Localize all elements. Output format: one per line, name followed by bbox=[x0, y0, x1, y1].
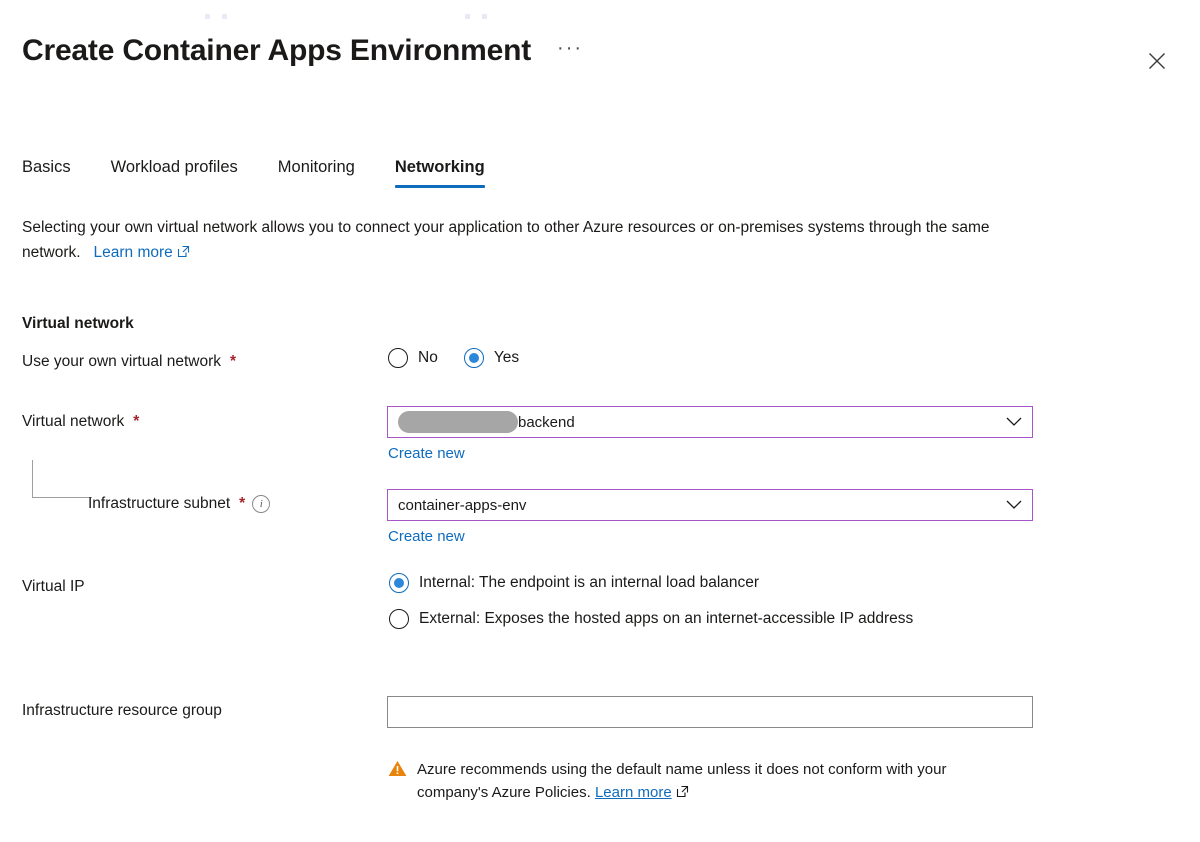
create-new-virtual-network-link[interactable]: Create new bbox=[388, 445, 465, 462]
learn-more-link-warning[interactable]: Learn more bbox=[595, 784, 672, 801]
infrastructure-resource-group-warning: Azure recommends using the default name … bbox=[388, 758, 1008, 805]
required-asterisk: * bbox=[133, 413, 139, 431]
virtual-network-value-wrap: backend bbox=[398, 411, 575, 433]
info-icon[interactable]: i bbox=[252, 495, 270, 513]
tab-label: Monitoring bbox=[278, 158, 355, 176]
header-artifact-left bbox=[205, 14, 227, 19]
learn-more-link-intro[interactable]: Learn more bbox=[94, 244, 190, 261]
tab-networking[interactable]: Networking bbox=[395, 158, 507, 188]
chevron-down-icon bbox=[1006, 414, 1022, 431]
label-infrastructure-resource-group: Infrastructure resource group bbox=[22, 702, 222, 720]
more-options-icon[interactable]: ··· bbox=[553, 37, 587, 65]
radio-group-use-own-vnet: No Yes bbox=[388, 347, 519, 369]
infrastructure-resource-group-input[interactable] bbox=[387, 696, 1033, 728]
page-title: Create Container Apps Environment bbox=[22, 34, 531, 68]
radio-indicator bbox=[464, 348, 484, 368]
tab-basics[interactable]: Basics bbox=[22, 158, 93, 188]
virtual-network-dropdown[interactable]: backend bbox=[387, 406, 1033, 438]
radio-label: No bbox=[418, 347, 438, 369]
radio-label: Internal: The endpoint is an internal lo… bbox=[419, 572, 759, 594]
section-heading-virtual-network: Virtual network bbox=[22, 315, 134, 333]
dialog-header: Create Container Apps Environment ··· bbox=[0, 0, 1200, 110]
infrastructure-subnet-value: container-apps-env bbox=[398, 497, 526, 514]
warning-triangle-icon bbox=[388, 760, 407, 782]
radio-group-virtual-ip: Internal: The endpoint is an internal lo… bbox=[389, 572, 959, 630]
external-link-icon bbox=[177, 241, 190, 266]
radio-label: External: Exposes the hosted apps on an … bbox=[419, 608, 913, 630]
label-text: Use your own virtual network bbox=[22, 353, 221, 371]
virtual-network-value: backend bbox=[518, 414, 575, 431]
radio-indicator bbox=[388, 348, 408, 368]
tab-workload-profiles[interactable]: Workload profiles bbox=[111, 158, 260, 188]
label-infrastructure-subnet: Infrastructure subnet * i bbox=[88, 495, 270, 513]
subfield-tree-connector bbox=[32, 460, 92, 498]
label-text: Infrastructure subnet bbox=[88, 495, 230, 513]
label-text: Infrastructure resource group bbox=[22, 702, 222, 720]
required-asterisk: * bbox=[230, 353, 236, 371]
radio-option-yes[interactable]: Yes bbox=[464, 347, 519, 369]
chevron-down-icon bbox=[1006, 497, 1022, 514]
label-text: Virtual network bbox=[22, 413, 124, 431]
required-asterisk: * bbox=[239, 495, 245, 513]
tab-monitoring[interactable]: Monitoring bbox=[278, 158, 377, 188]
label-use-own-vnet: Use your own virtual network * bbox=[22, 353, 236, 371]
title-row: Create Container Apps Environment ··· bbox=[22, 34, 587, 68]
label-text: Virtual IP bbox=[22, 578, 85, 596]
redaction-overlay bbox=[398, 411, 518, 433]
close-button[interactable] bbox=[1140, 44, 1174, 78]
header-artifact-right bbox=[465, 14, 487, 19]
create-new-subnet-link[interactable]: Create new bbox=[388, 528, 465, 545]
label-virtual-ip: Virtual IP bbox=[22, 578, 85, 596]
tab-label: Basics bbox=[22, 158, 71, 176]
radio-indicator bbox=[389, 573, 409, 593]
radio-indicator bbox=[389, 609, 409, 629]
radio-option-external[interactable]: External: Exposes the hosted apps on an … bbox=[389, 608, 913, 630]
tab-label: Workload profiles bbox=[111, 158, 238, 176]
close-icon bbox=[1148, 52, 1166, 70]
learn-more-label: Learn more bbox=[94, 244, 173, 261]
label-virtual-network: Virtual network * bbox=[22, 413, 139, 431]
radio-label: Yes bbox=[494, 347, 519, 369]
learn-more-label: Learn more bbox=[595, 784, 672, 801]
external-link-icon bbox=[676, 782, 689, 805]
tab-bar: Basics Workload profiles Monitoring Netw… bbox=[22, 158, 525, 188]
warning-text-block: Azure recommends using the default name … bbox=[417, 758, 1008, 805]
tab-label: Networking bbox=[395, 158, 485, 176]
radio-option-internal[interactable]: Internal: The endpoint is an internal lo… bbox=[389, 572, 759, 594]
radio-option-no[interactable]: No bbox=[388, 347, 438, 369]
intro-description: Selecting your own virtual network allow… bbox=[22, 215, 1007, 266]
infrastructure-subnet-dropdown[interactable]: container-apps-env bbox=[387, 489, 1033, 521]
